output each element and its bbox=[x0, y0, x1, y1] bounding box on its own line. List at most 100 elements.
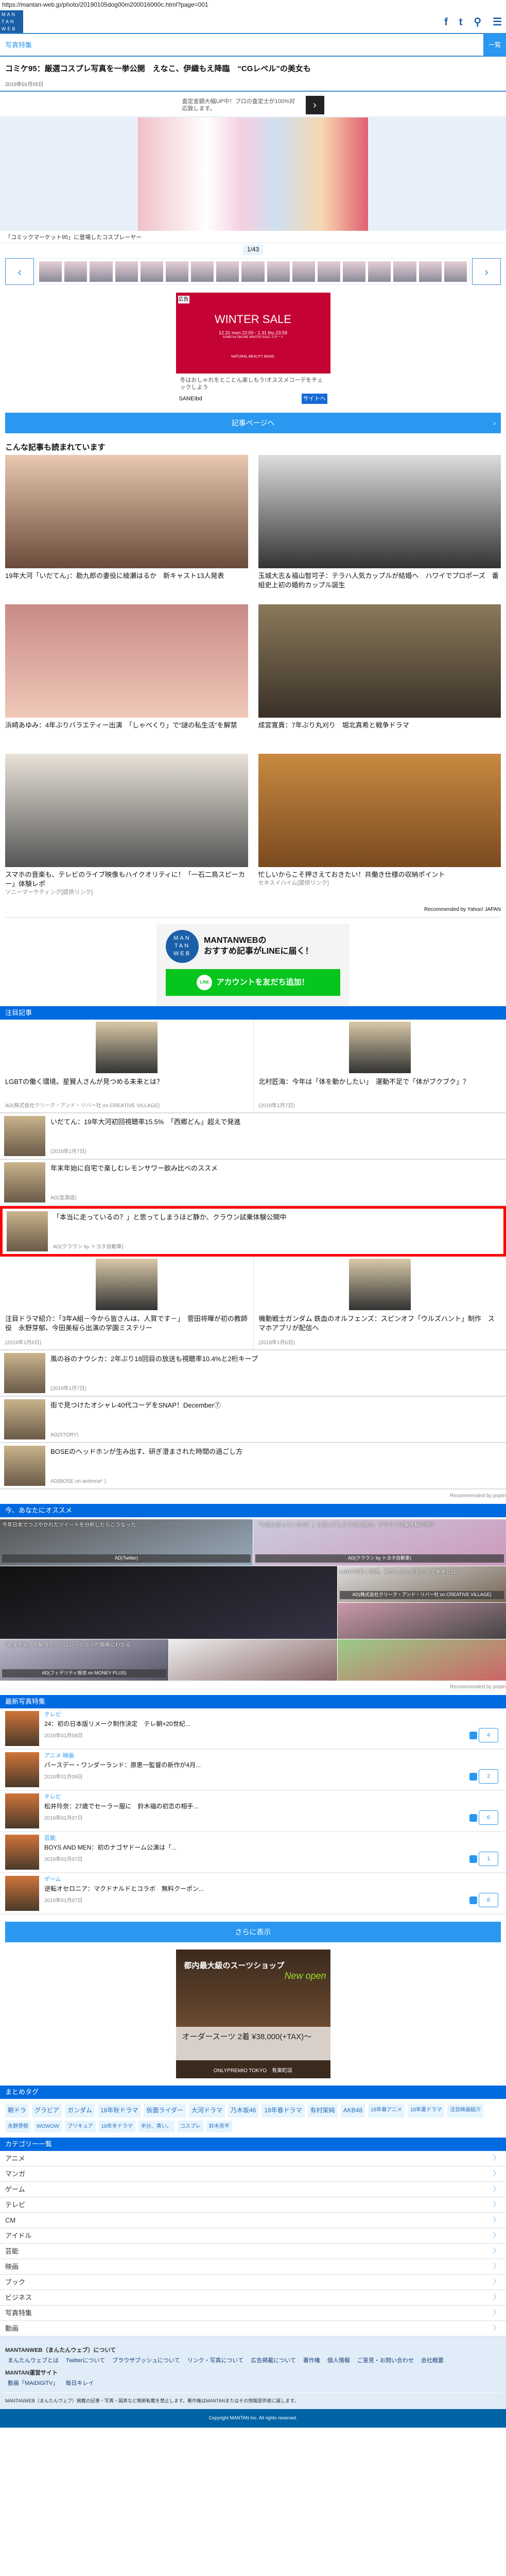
footer-link[interactable]: リンク・写真について bbox=[187, 2357, 243, 2364]
list-item[interactable]: 年末年始に自宅で楽しむレモンサワー飲み比べのススメ AD(宝酒造) bbox=[0, 1160, 506, 1206]
tag-chip[interactable]: プリキュア bbox=[64, 2120, 96, 2132]
list-item[interactable]: 風の谷のナウシカ：2年ぶり18回目の放送も視聴率10.4%と2桁キープ (2019… bbox=[0, 1350, 506, 1397]
photo-feature-item[interactable]: アニメ 映画 バースデー・ワンダーランド：原恵一監督の新作が4月... 2019年0… bbox=[0, 1750, 506, 1791]
article-card[interactable]: 成宮寛貴：7年ぶり丸刈り 堀北真希と戦争ドラマ bbox=[258, 604, 501, 754]
article-page-button[interactable]: 記事ページへ › bbox=[5, 413, 501, 433]
ad-cta-button[interactable]: サイトへ bbox=[301, 393, 327, 404]
photo-feature-title[interactable]: 松井玲奈：27歳でセーラー服に 鈴木福の初恋の相手... bbox=[44, 1803, 198, 1811]
footer-link[interactable]: 個人情報 bbox=[327, 2357, 350, 2364]
photo-thumbnail[interactable] bbox=[5, 1835, 39, 1870]
twitter-icon[interactable]: t bbox=[459, 15, 463, 29]
featured-card[interactable]: 機動戦士ガンダム 鉄血のオルフェンズ：スピンオフ「ウルズハント」制作 スマホアプ… bbox=[253, 1257, 506, 1349]
photo-feature-title[interactable]: 逆転オセロニア：マクドナルドとコラボ 無料クーポン... bbox=[44, 1885, 204, 1893]
photo-feature-item[interactable]: テレビ 松井玲奈：27歳でセーラー服に 鈴木福の初恋の相手... 2019年01月0… bbox=[0, 1791, 506, 1832]
category-item[interactable]: 動画 〉 bbox=[0, 2321, 506, 2336]
article-image[interactable] bbox=[348, 1022, 411, 1073]
article-image[interactable] bbox=[5, 455, 248, 568]
gallery-thumbnail[interactable] bbox=[39, 261, 62, 282]
article-image[interactable] bbox=[258, 604, 501, 718]
tag-chip[interactable]: 永野芽郁 bbox=[5, 2120, 31, 2132]
article-title[interactable]: 注目ドラマ紹介：「3年A組－今から皆さんは、人質です－」 菅田将暉が初の教師役 … bbox=[5, 1314, 248, 1333]
article-title[interactable]: LGBTの働く環境。星賢人さんが見つめる未来とは？ bbox=[5, 1077, 248, 1087]
article-title[interactable]: 19年大河「いだてん」：勘九郎の妻役に綾瀬はるか 新キャスト13人発表 bbox=[5, 571, 248, 581]
show-more-button[interactable]: さらに表示 bbox=[5, 1922, 501, 1942]
category-item[interactable]: 写真特集 〉 bbox=[0, 2306, 506, 2321]
gallery-thumbnail[interactable] bbox=[393, 261, 416, 282]
gallery-thumbnail[interactable] bbox=[267, 261, 290, 282]
article-title[interactable]: 風の谷のナウシカ：2年ぶり18回目の放送も視聴率10.4%と2桁キープ bbox=[50, 1355, 258, 1364]
line-add-friend-button[interactable]: LINE アカウントを友だち追加！ bbox=[166, 969, 340, 996]
footer-link[interactable]: 広告掲載について bbox=[251, 2357, 296, 2364]
list-item[interactable]: BOSEのヘッドホンが生み出す、研ぎ澄まされた時間の過ごし方 AD(BOSE on… bbox=[0, 1443, 506, 1489]
footer-link[interactable]: まんたんウェブとは bbox=[8, 2357, 59, 2364]
category-label[interactable]: テレビ bbox=[44, 1793, 198, 1801]
recommendation-tile[interactable] bbox=[0, 1566, 337, 1639]
photo-thumbnail[interactable] bbox=[5, 1876, 39, 1911]
category-item[interactable]: テレビ 〉 bbox=[0, 2197, 506, 2213]
recommendation-tile[interactable] bbox=[338, 1639, 506, 1681]
article-title[interactable]: 玉城大志＆福山智可子：テラハ人気カップルが結婚へ ハワイでプロポーズ 番組史上初… bbox=[258, 571, 501, 590]
featured-card[interactable]: 注目ドラマ紹介：「3年A組－今から皆さんは、人質です－」 菅田将暉が初の教師役 … bbox=[0, 1257, 253, 1349]
article-title[interactable]: 機動戦士ガンダム 鉄血のオルフェンズ：スピンオフ「ウルズハント」制作 スマホアプ… bbox=[259, 1314, 501, 1333]
top-ad[interactable]: 査定金額大幅UP中！プロの査定士が100%対応致します。 › bbox=[0, 94, 506, 117]
article-title[interactable]: いだてん：19年大河初回視聴率15.5% 「西郷どん」超えで発進 bbox=[50, 1118, 240, 1127]
photo-feature-title[interactable]: BOYS AND MEN：初のナゴヤドーム公演は「... bbox=[44, 1844, 177, 1852]
featured-card[interactable]: 北村匠海：今年は「体を動かしたい」 運動不足で「体がブクブク」？ (2019年1月… bbox=[253, 1020, 506, 1112]
gallery-thumbnail[interactable] bbox=[216, 261, 239, 282]
gallery-thumbnail[interactable] bbox=[241, 261, 265, 282]
article-thumbnail[interactable] bbox=[4, 1353, 45, 1393]
article-title[interactable]: 浜崎あゆみ：4年ぶりバラエティー出演 「しゃべくり」で“謎の私生活”を解禁 bbox=[5, 721, 248, 730]
article-title[interactable]: BOSEのヘッドホンが生み出す、研ぎ澄まされた時間の過ごし方 bbox=[50, 1448, 242, 1456]
prev-button[interactable]: ‹ bbox=[5, 258, 34, 285]
article-image[interactable] bbox=[5, 754, 248, 867]
recommendation-tile[interactable] bbox=[338, 1603, 506, 1639]
recommendation-tile[interactable]: 「老後不安」を解消。シミュレーションが簡単にわかる AD(フィデリティ投信 on … bbox=[0, 1639, 168, 1681]
article-image[interactable] bbox=[95, 1022, 158, 1073]
article-image[interactable] bbox=[258, 754, 501, 867]
article-title[interactable]: 年末年始に自宅で楽しむレモンサワー飲み比べのススメ bbox=[50, 1164, 218, 1173]
category-item[interactable]: マンガ 〉 bbox=[0, 2166, 506, 2182]
footer-link[interactable]: 会社概要 bbox=[421, 2357, 444, 2364]
tag-chip[interactable]: 有村架純 bbox=[307, 2104, 338, 2117]
gallery-thumbnail[interactable] bbox=[90, 261, 113, 282]
section-label[interactable]: 写真特集 bbox=[5, 41, 32, 50]
article-thumbnail[interactable] bbox=[4, 1116, 45, 1156]
article-thumbnail[interactable] bbox=[7, 1211, 48, 1251]
recommendation-tile[interactable]: LGBTの働く環境。星賢人さんが見つめる未来とは？ AD(株式会社クリーク・アンド… bbox=[338, 1566, 506, 1602]
category-item[interactable]: ゲーム 〉 bbox=[0, 2182, 506, 2197]
tag-chip[interactable]: WOWOW bbox=[34, 2120, 62, 2132]
gallery-thumbnail[interactable] bbox=[317, 261, 341, 282]
list-item[interactable]: 街で見つけたオシャレ40代コーデをSNAP！December⑦ AD(STORY) bbox=[0, 1397, 506, 1443]
article-card[interactable]: 浜崎あゆみ：4年ぶりバラエティー出演 「しゃべくり」で“謎の私生活”を解禁 bbox=[5, 604, 248, 754]
tag-chip[interactable]: 仮面ライダー bbox=[144, 2104, 186, 2117]
suit-shop-ad[interactable]: 都内最大級のスーツショップ New open オーダースーツ 2着 ¥38,00… bbox=[176, 1950, 330, 2078]
footer-link[interactable]: 動画「MAiDiGiTV」 bbox=[8, 2380, 58, 2387]
gallery-thumbnail[interactable] bbox=[418, 261, 442, 282]
article-image[interactable] bbox=[5, 604, 248, 718]
category-item[interactable]: 芸能 〉 bbox=[0, 2244, 506, 2259]
main-photo[interactable] bbox=[138, 117, 368, 231]
recommendation-tile[interactable] bbox=[169, 1639, 337, 1681]
category-item[interactable]: CM 〉 bbox=[0, 2213, 506, 2228]
tag-chip[interactable]: 18年夏ドラマ bbox=[407, 2104, 445, 2117]
list-item[interactable]: いだてん：19年大河初回視聴率15.5% 「西郷どん」超えで発進 (2019年1月… bbox=[0, 1113, 506, 1160]
mantanweb-logo[interactable]: MAN TAN WEB bbox=[0, 10, 23, 33]
gallery-thumbnail[interactable] bbox=[191, 261, 214, 282]
photo-feature-title[interactable]: バースデー・ワンダーランド：原恵一監督の新作が4月... bbox=[44, 1761, 201, 1770]
tag-chip[interactable]: 乃木坂46 bbox=[228, 2104, 259, 2117]
tag-chip[interactable]: 鈴木亮平 bbox=[206, 2120, 232, 2132]
category-item[interactable]: ブック 〉 bbox=[0, 2275, 506, 2290]
article-thumbnail[interactable] bbox=[4, 1399, 45, 1439]
footer-link[interactable]: 毎日キレイ bbox=[65, 2380, 94, 2387]
footer-link[interactable]: 著作権 bbox=[303, 2357, 320, 2364]
category-item[interactable]: 映画 〉 bbox=[0, 2259, 506, 2275]
article-title[interactable]: 忙しいからこそ押さえておきたい！共働き仕様の収納ポイント bbox=[258, 870, 501, 879]
tag-chip[interactable]: 朝ドラ bbox=[5, 2104, 29, 2117]
article-title[interactable]: スマホの音楽も、テレビのライブ映像もハイクオリティに！「一石二鳥スピーカー」体験… bbox=[5, 870, 248, 889]
next-button[interactable]: › bbox=[472, 258, 501, 285]
gallery-thumbnail[interactable] bbox=[368, 261, 391, 282]
article-card[interactable]: 玉城大志＆福山智可子：テラハ人気カップルが結婚へ ハワイでプロポーズ 番組史上初… bbox=[258, 455, 501, 604]
gallery-thumbnail[interactable] bbox=[140, 261, 163, 282]
url-bar[interactable]: https://mantan-web.jp/photo/20190105dog0… bbox=[0, 0, 506, 10]
article-image[interactable] bbox=[348, 1259, 411, 1310]
